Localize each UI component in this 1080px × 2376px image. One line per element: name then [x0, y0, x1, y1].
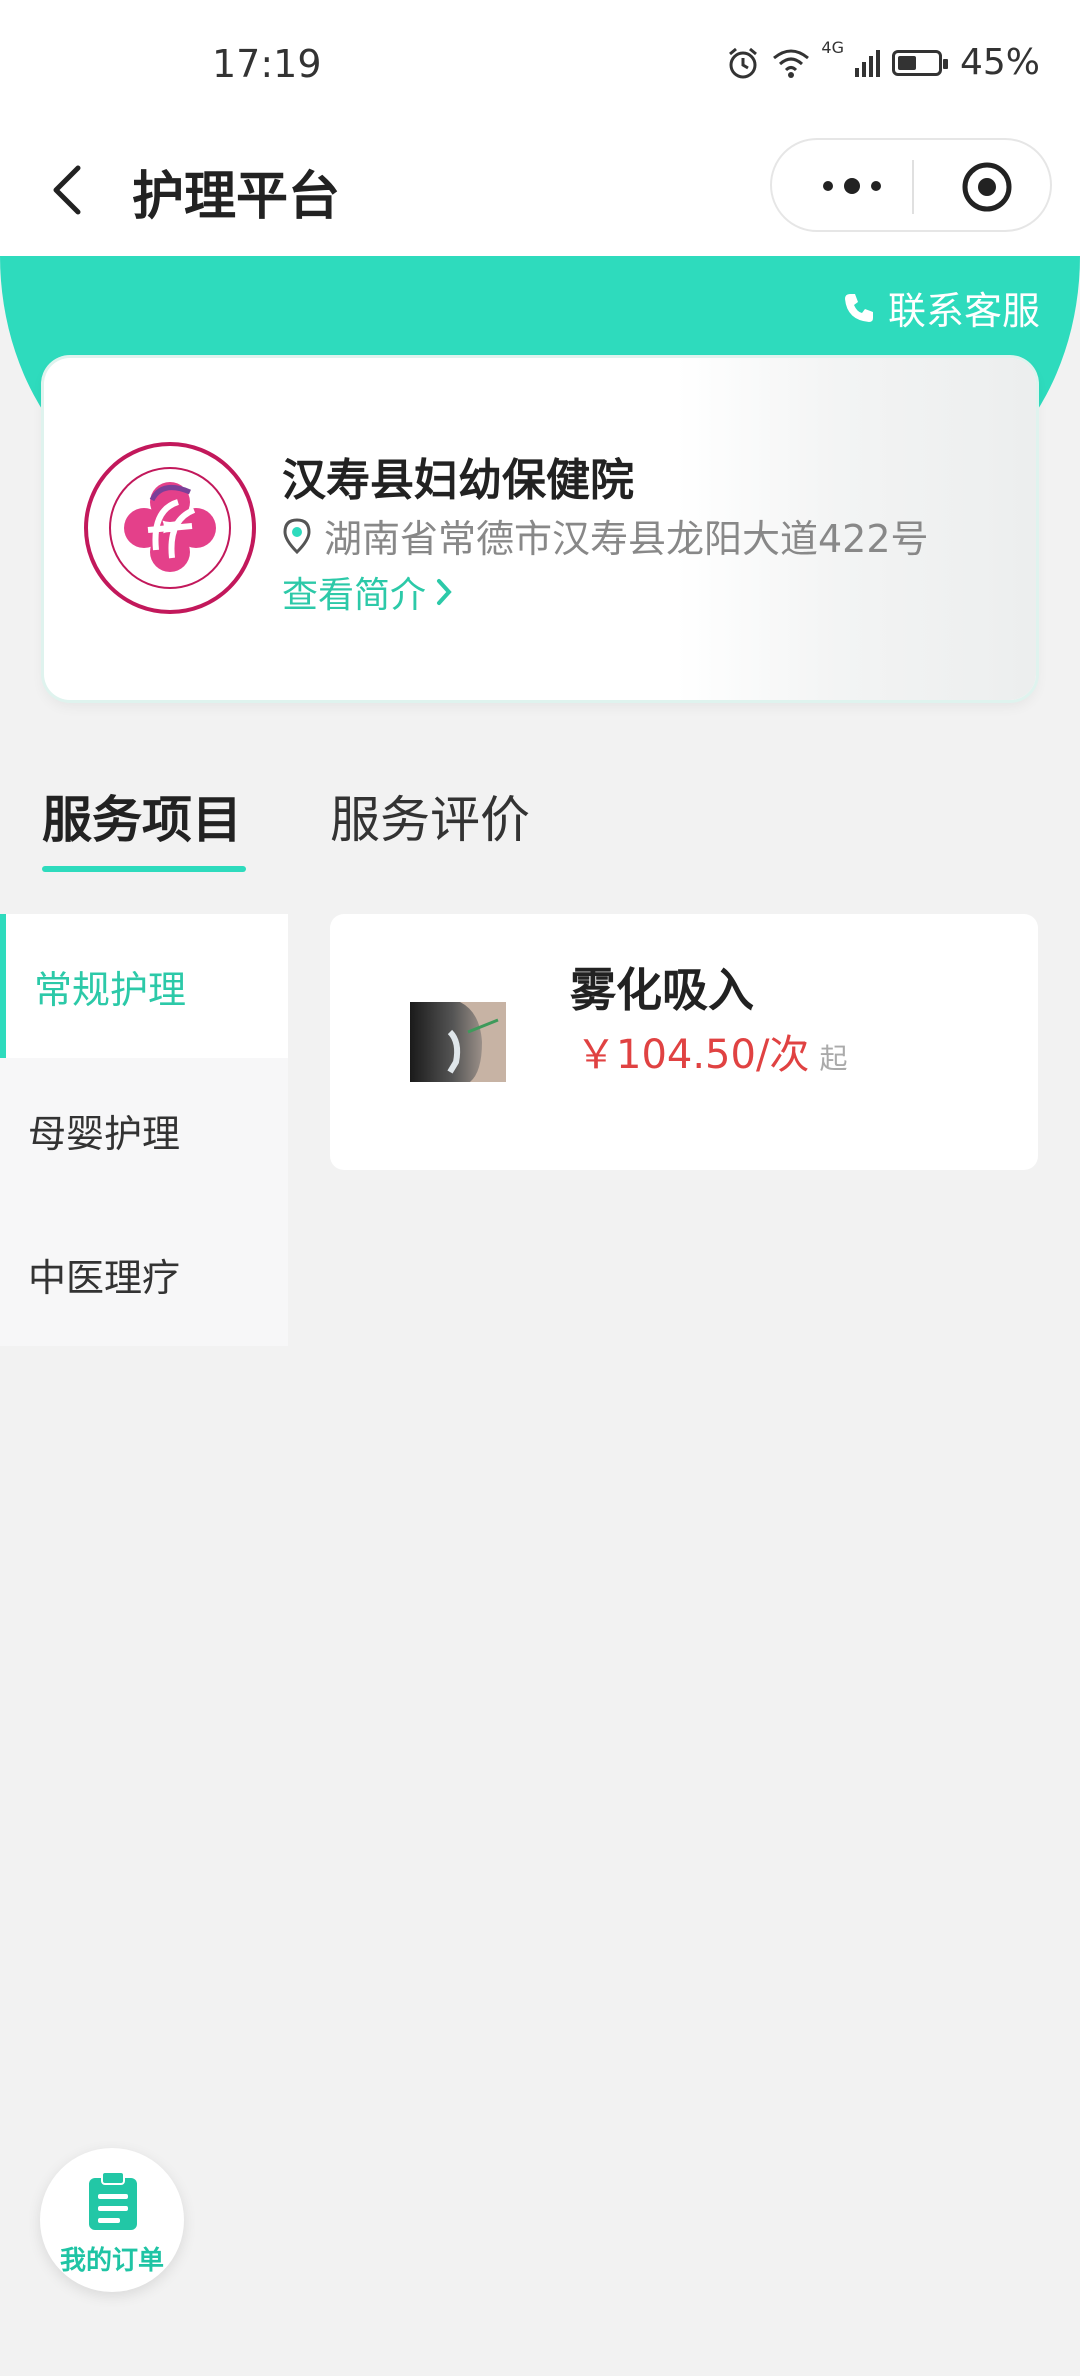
view-intro-label: 查看简介 [282, 575, 427, 616]
page-title: 护理平台 [132, 167, 341, 227]
hospital-address: 湖南省常德市汉寿县龙阳大道422号 [282, 508, 929, 563]
category-maternal-infant-care[interactable]: 母婴护理 [0, 1058, 288, 1202]
my-orders-button[interactable]: 我的订单 [40, 2148, 184, 2292]
network-type: 4G [821, 38, 844, 57]
capsule-divider [912, 160, 914, 214]
hospital-address-text: 湖南省常德市汉寿县龙阳大道422号 [324, 517, 929, 561]
service-price: ￥104.50/次起 [576, 1022, 847, 1080]
status-icons: 4G 45% [725, 38, 1040, 83]
service-price-suffix: 起 [819, 1042, 848, 1075]
back-arrow-icon[interactable] [40, 160, 100, 220]
tab-service-items[interactable]: 服务项目 [42, 780, 242, 852]
alarm-icon [729, 47, 758, 78]
chevron-right-icon [437, 579, 452, 605]
service-thumbnail [410, 1002, 506, 1082]
signal-icon [854, 49, 880, 77]
my-orders-label: 我的订单 [59, 2246, 164, 2276]
nebulizer-illustration [447, 1002, 506, 1082]
status-bar: 17:19 4G 45% [0, 0, 1080, 130]
service-name: 雾化吸入 [570, 963, 754, 1017]
contact-service-button[interactable]: 联系客服 [842, 280, 1040, 335]
service-item[interactable]: 雾化吸入 ￥104.50/次起 [330, 914, 1038, 1170]
clipboard-icon [89, 2171, 137, 2230]
miniprogram-capsule [770, 138, 1052, 232]
hospital-card[interactable]: 汉寿县妇幼保健院 湖南省常德市汉寿县龙阳大道422号 查看简介 [44, 358, 1036, 700]
category-routine-care[interactable]: 常规护理 [0, 914, 288, 1058]
nav-bar: 护理平台 [0, 130, 1080, 256]
category-tcm-therapy[interactable]: 中医理疗 [0, 1202, 288, 1346]
hospital-name: 汉寿县妇幼保健院 [282, 455, 634, 506]
category-sidebar: 常规护理 母婴护理 中医理疗 [0, 914, 288, 1346]
contact-service-label: 联系客服 [887, 289, 1040, 333]
tab-active-indicator [42, 866, 246, 872]
more-options-icon[interactable] [812, 166, 892, 206]
battery-icon [891, 49, 948, 76]
wifi-icon [773, 49, 810, 78]
hospital-logo [84, 442, 256, 614]
view-intro-link[interactable]: 查看简介 [282, 566, 454, 618]
tab-service-reviews[interactable]: 服务评价 [330, 780, 530, 852]
battery-level: 45% [959, 42, 1040, 83]
close-miniprogram-icon[interactable] [960, 160, 1014, 214]
service-price-value: ￥104.50/次 [576, 1032, 810, 1078]
status-time: 17:19 [212, 42, 322, 86]
phone-icon [844, 293, 873, 322]
location-pin-icon [283, 517, 311, 554]
